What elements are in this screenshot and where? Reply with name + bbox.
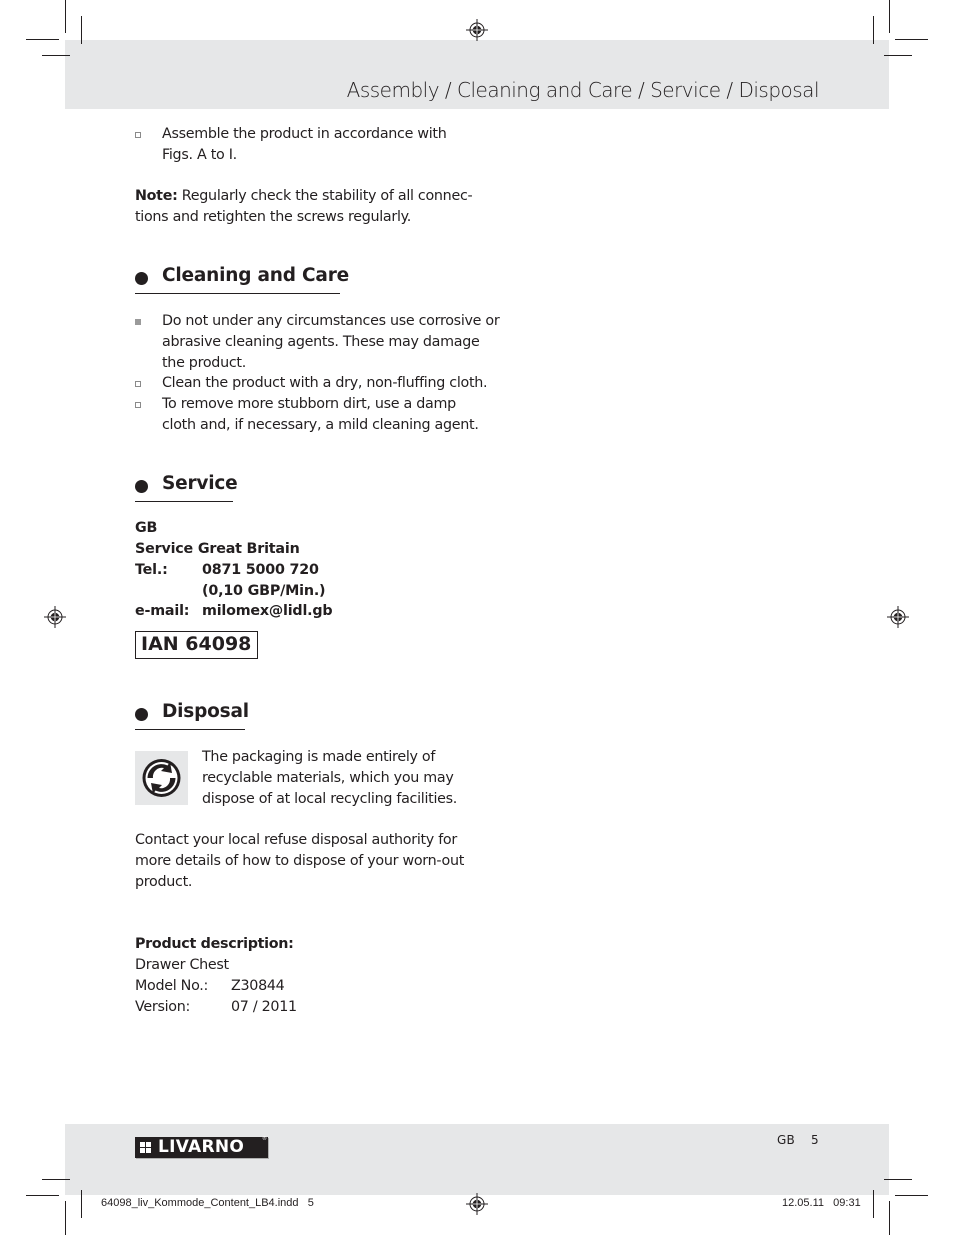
text-line: dispose of at local recycling facilities… xyxy=(202,791,458,807)
registered-mark: ® xyxy=(262,1136,267,1142)
model-label: Model No.: xyxy=(135,978,209,994)
service-name: Service Great Britain xyxy=(135,541,300,557)
text-line: product. xyxy=(135,874,193,890)
recycling-icon-box xyxy=(135,751,188,805)
note-text: tions and retighten the screws regularly… xyxy=(135,209,412,225)
registration-mark-icon xyxy=(466,19,488,41)
version-label: Version: xyxy=(135,999,190,1015)
page-header-title: Assembly / Cleaning and Care / Service /… xyxy=(346,78,820,102)
ian-number-box: IAN 64098 xyxy=(135,631,258,659)
green-dot-recycling-icon xyxy=(142,759,181,797)
email-value[interactable]: milomex@lidl.gb xyxy=(202,601,333,622)
registration-mark-icon xyxy=(887,606,909,628)
disposal-contact-text: Contact your local refuse disposal autho… xyxy=(135,830,464,893)
section-bullet-icon xyxy=(135,272,148,285)
cleaning-bullet: Do not under any circumstances use corro… xyxy=(135,311,500,374)
section-heading-disposal: Disposal xyxy=(135,701,249,730)
version-value: 07 / 2011 xyxy=(231,999,297,1015)
product-description-label: Product description: xyxy=(135,936,294,952)
bullet-line: Assemble the product in accordance with xyxy=(162,126,447,142)
footer-language: GB xyxy=(777,1133,795,1147)
note-label: Note: xyxy=(135,188,178,204)
bullet-line: Clean the product with a dry, non-fluffi… xyxy=(162,375,488,391)
text-line: recyclable materials, which you may xyxy=(202,770,454,786)
filled-square-bullet-icon xyxy=(135,319,141,325)
assembly-bullet: Assemble the product in accordance with … xyxy=(135,124,475,166)
livarno-logo: LIVARNO ® xyxy=(135,1136,268,1158)
registration-mark-icon xyxy=(44,606,66,628)
bullet-line: Figs. A to I. xyxy=(162,147,237,163)
brand-name: LIVARNO xyxy=(158,1137,245,1157)
tel-label: Tel.: xyxy=(135,562,168,578)
registration-mark-icon xyxy=(466,1193,488,1215)
bullet-line: abrasive cleaning agents. These may dama… xyxy=(162,334,480,350)
section-bullet-icon xyxy=(135,708,148,721)
cleaning-bullet: Clean the product with a dry, non-fluffi… xyxy=(135,373,488,394)
section-heading-cleaning: Cleaning and Care xyxy=(135,265,349,294)
product-description: Product description: Drawer Chest Model … xyxy=(135,934,385,1018)
bullet-line: the product. xyxy=(162,355,246,371)
service-email-row: e-mail: milomex@lidl.gb xyxy=(135,601,355,622)
hollow-square-bullet-icon xyxy=(135,132,141,138)
product-name: Drawer Chest xyxy=(135,957,229,973)
packaging-text: The packaging is made entirely of recycl… xyxy=(202,747,457,810)
section-bullet-icon xyxy=(135,480,148,493)
text-line: The packaging is made entirely of xyxy=(202,749,436,765)
section-title: Disposal xyxy=(162,701,249,722)
assembly-note: Note: Regularly check the stability of a… xyxy=(135,186,473,228)
model-value: Z30844 xyxy=(231,978,285,994)
email-label: e-mail: xyxy=(135,603,190,619)
tel-value: 0871 5000 720 xyxy=(202,562,319,578)
bullet-line: To remove more stubborn dirt, use a damp xyxy=(162,396,456,412)
bullet-line: cloth and, if necessary, a mild cleaning… xyxy=(162,417,479,433)
hollow-square-bullet-icon xyxy=(135,381,141,387)
note-text: Regularly check the stability of all con… xyxy=(181,188,473,204)
slug-filename: 64098_liv_Kommode_Content_LB4.indd 5 xyxy=(101,1197,314,1209)
hollow-square-bullet-icon xyxy=(135,402,141,408)
logo-squares-icon xyxy=(140,1142,152,1153)
bullet-line: Do not under any circumstances use corro… xyxy=(162,313,500,329)
cleaning-bullet: To remove more stubborn dirt, use a damp… xyxy=(135,394,479,436)
footer-page-number: 5 xyxy=(811,1133,819,1147)
service-tel-row: Tel.: 0871 5000 720 xyxy=(135,560,355,581)
slug-datetime: 12.05.11 09:31 xyxy=(782,1197,861,1209)
service-country: GB xyxy=(135,520,158,536)
text-line: more details of how to dispose of your w… xyxy=(135,853,465,869)
footer-band xyxy=(65,1124,889,1195)
section-heading-service: Service xyxy=(135,473,238,502)
service-rate-row: (0,10 GBP/Min.) xyxy=(135,581,355,602)
tel-rate: (0,10 GBP/Min.) xyxy=(202,583,326,599)
text-line: Contact your local refuse disposal autho… xyxy=(135,832,457,848)
section-title: Service xyxy=(162,473,238,494)
section-title: Cleaning and Care xyxy=(162,265,349,286)
